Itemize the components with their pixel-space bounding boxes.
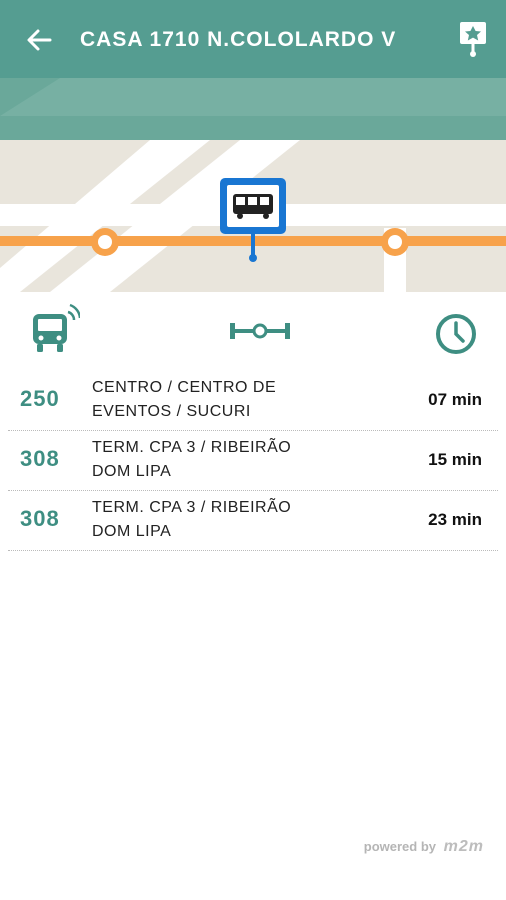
list-item[interactable]: 308 TERM. CPA 3 / RIBEIRÃO DOM LIPA 15 m… xyxy=(8,432,498,491)
destination-line-2: DOM LIPA xyxy=(92,523,172,540)
destination-line-2: DOM LIPA xyxy=(92,463,172,480)
favorite-button[interactable] xyxy=(456,20,490,58)
map-graphic xyxy=(0,78,506,292)
list-item[interactable]: 250 CENTRO / CENTRO DE EVENTOS / SUCURI … xyxy=(8,372,498,431)
clock-icon xyxy=(436,314,476,354)
powered-by: powered by m2m xyxy=(364,838,484,856)
arrow-left-icon xyxy=(27,29,52,51)
destination: CENTRO / CENTRO DE EVENTOS / SUCURI xyxy=(92,376,342,424)
distance-icon xyxy=(230,323,290,339)
list-item[interactable]: 308 TERM. CPA 3 / RIBEIRÃO DOM LIPA 23 m… xyxy=(8,492,498,551)
destination-line-1: CENTRO / CENTRO DE xyxy=(92,379,277,396)
powered-by-label: powered by xyxy=(363,839,437,854)
app-bar: CASA 1710 N.COLOLARDO V xyxy=(0,0,506,78)
destination-line-2: EVENTOS / SUCURI xyxy=(92,403,251,420)
destination: TERM. CPA 3 / RIBEIRÃO DOM LIPA xyxy=(92,436,342,484)
back-button[interactable] xyxy=(24,25,54,55)
column-header xyxy=(0,300,506,362)
line-number: 308 xyxy=(20,446,60,471)
line-number: 250 xyxy=(20,386,60,411)
destination-line-1: TERM. CPA 3 / RIBEIRÃO xyxy=(92,499,292,516)
page-title: CASA 1710 N.COLOLARDO V xyxy=(80,28,397,51)
pin-star-icon xyxy=(460,22,486,57)
arrival-time: 07 min xyxy=(428,390,482,409)
destination-line-1: TERM. CPA 3 / RIBEIRÃO xyxy=(92,439,292,456)
arrival-time: 15 min xyxy=(428,450,482,469)
line-number: 308 xyxy=(20,506,60,531)
brand-logo: m2m xyxy=(443,838,484,855)
destination: TERM. CPA 3 / RIBEIRÃO DOM LIPA xyxy=(92,496,342,544)
arrival-time: 23 min xyxy=(428,510,482,529)
map-view[interactable] xyxy=(0,78,506,292)
bus-signal-icon xyxy=(33,303,80,352)
